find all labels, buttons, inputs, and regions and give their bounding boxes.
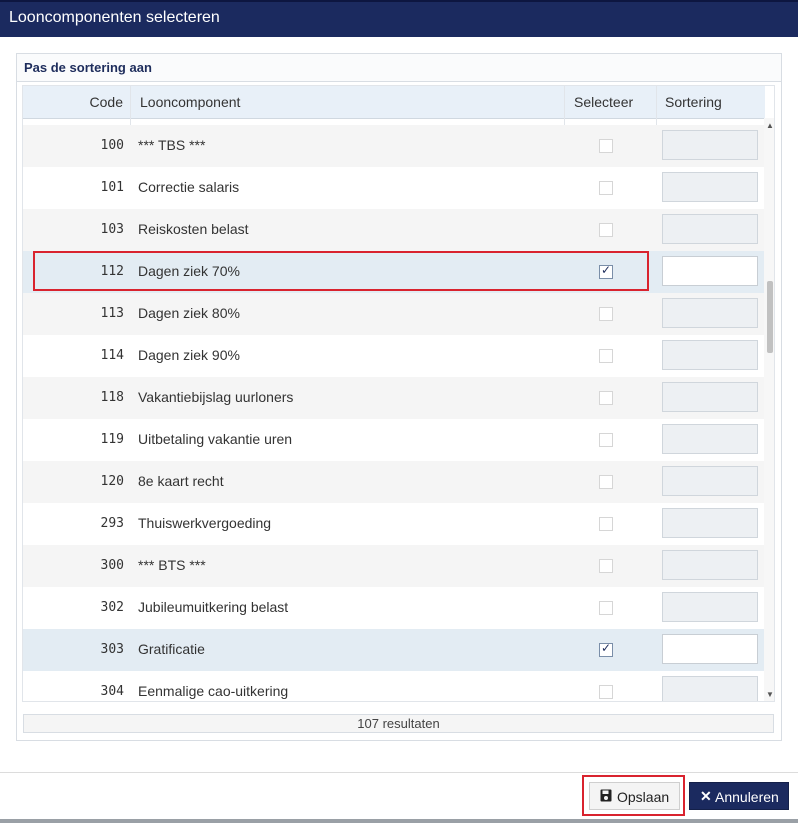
- sort-order-input[interactable]: [662, 634, 758, 664]
- row-name: *** BTS ***: [138, 557, 206, 573]
- table-row[interactable]: 100 *** TBS ***: [23, 125, 765, 167]
- sort-order-input: [662, 130, 758, 160]
- row-code: 100: [100, 138, 124, 153]
- row-name: Dagen ziek 80%: [138, 305, 240, 321]
- sort-order-input: [662, 592, 758, 622]
- row-name: Jubileumuitkering belast: [138, 599, 289, 615]
- table-row[interactable]: 293 Thuiswerkvergoeding: [23, 503, 765, 545]
- grid-scrollbar[interactable]: ▲ ▼: [764, 118, 774, 701]
- dialog-title: Looncomponenten selecteren: [9, 9, 220, 26]
- row-code: 103: [100, 222, 124, 237]
- row-code: 303: [100, 642, 124, 657]
- table-row[interactable]: 103 Reiskosten belast: [23, 209, 765, 251]
- table-row[interactable]: 120 8e kaart recht: [23, 461, 765, 503]
- row-code: 118: [100, 390, 124, 405]
- row-code: 300: [100, 558, 124, 573]
- select-checkbox[interactable]: [599, 475, 613, 489]
- select-checkbox[interactable]: [599, 517, 613, 531]
- select-checkbox[interactable]: [599, 307, 613, 321]
- grid-header: Code Looncomponent Selecteer Sortering: [23, 86, 765, 119]
- row-highlight-annotation: [33, 251, 649, 291]
- sort-order-input: [662, 466, 758, 496]
- table-row[interactable]: 300 *** BTS ***: [23, 545, 765, 587]
- row-name: Vakantiebijslag uurloners: [138, 389, 294, 405]
- scroll-up-icon[interactable]: ▲: [766, 121, 774, 130]
- close-icon: ✕: [700, 788, 712, 804]
- row-name: *** TBS ***: [138, 137, 206, 153]
- sort-order-input: [662, 382, 758, 412]
- panel-header: Pas de sortering aan: [17, 54, 781, 82]
- scroll-down-icon[interactable]: ▼: [766, 690, 774, 699]
- row-name: Eenmalige cao-uitkering: [138, 683, 289, 699]
- table-row[interactable]: 303 Gratificatie: [23, 629, 765, 671]
- row-name: Uitbetaling vakantie uren: [138, 431, 293, 447]
- sort-order-input: [662, 508, 758, 538]
- table-row[interactable]: 118 Vakantiebijslag uurloners: [23, 377, 765, 419]
- column-header-sort[interactable]: Sortering: [665, 86, 722, 118]
- sort-order-input: [662, 676, 758, 701]
- footer-divider: [0, 772, 798, 773]
- row-code: 293: [100, 516, 124, 531]
- select-checkbox[interactable]: [599, 349, 613, 363]
- select-checkbox[interactable]: [599, 181, 613, 195]
- row-code: 304: [100, 684, 124, 699]
- row-code: 120: [100, 474, 124, 489]
- sort-order-input: [662, 298, 758, 328]
- column-header-select[interactable]: Selecteer: [574, 86, 633, 118]
- row-name: Gratificatie: [138, 641, 205, 657]
- scrollbar-thumb[interactable]: [767, 281, 773, 353]
- select-checkbox[interactable]: [599, 223, 613, 237]
- table-row[interactable]: 101 Correctie salaris: [23, 167, 765, 209]
- sort-order-input: [662, 172, 758, 202]
- sort-order-input: [662, 550, 758, 580]
- row-name: Correctie salaris: [138, 179, 240, 195]
- table-row[interactable]: 304 Eenmalige cao-uitkering: [23, 671, 765, 701]
- column-header-name[interactable]: Looncomponent: [140, 86, 240, 118]
- save-label: Opslaan: [617, 789, 670, 805]
- select-checkbox[interactable]: [599, 601, 613, 615]
- save-icon: [600, 789, 612, 802]
- save-button[interactable]: Opslaan: [589, 782, 680, 810]
- row-code: 101: [100, 180, 124, 195]
- select-checkbox[interactable]: [599, 641, 613, 657]
- select-checkbox[interactable]: [599, 685, 613, 699]
- row-name: Thuiswerkvergoeding: [138, 515, 272, 531]
- column-header-code[interactable]: Code: [23, 86, 123, 118]
- table-row[interactable]: 113 Dagen ziek 80%: [23, 293, 765, 335]
- component-grid: Code Looncomponent Selecteer Sortering 1…: [22, 85, 775, 702]
- row-name: Reiskosten belast: [138, 221, 249, 237]
- table-row[interactable]: 119 Uitbetaling vakantie uren: [23, 419, 765, 461]
- row-code: 302: [100, 600, 124, 615]
- row-name: Dagen ziek 90%: [138, 347, 240, 363]
- row-name: 8e kaart recht: [138, 473, 224, 489]
- table-row[interactable]: 302 Jubileumuitkering belast: [23, 587, 765, 629]
- dialog-titlebar: Looncomponenten selecteren: [0, 0, 798, 37]
- results-count: 107 resultaten: [23, 714, 774, 733]
- panel-title: Pas de sortering aan: [24, 60, 152, 75]
- select-checkbox[interactable]: [599, 391, 613, 405]
- row-code: 119: [100, 432, 124, 447]
- select-checkbox[interactable]: [599, 433, 613, 447]
- sort-order-input: [662, 340, 758, 370]
- row-code: 114: [100, 348, 124, 363]
- cancel-button[interactable]: ✕ Annuleren: [689, 782, 789, 810]
- sort-order-input: [662, 424, 758, 454]
- select-checkbox[interactable]: [599, 559, 613, 573]
- table-row[interactable]: 114 Dagen ziek 90%: [23, 335, 765, 377]
- sort-order-input[interactable]: [662, 256, 758, 286]
- select-checkbox[interactable]: [599, 139, 613, 153]
- sort-order-input: [662, 214, 758, 244]
- window-bottom-edge: [0, 819, 798, 823]
- row-code: 113: [100, 306, 124, 321]
- cancel-label: Annuleren: [715, 789, 779, 805]
